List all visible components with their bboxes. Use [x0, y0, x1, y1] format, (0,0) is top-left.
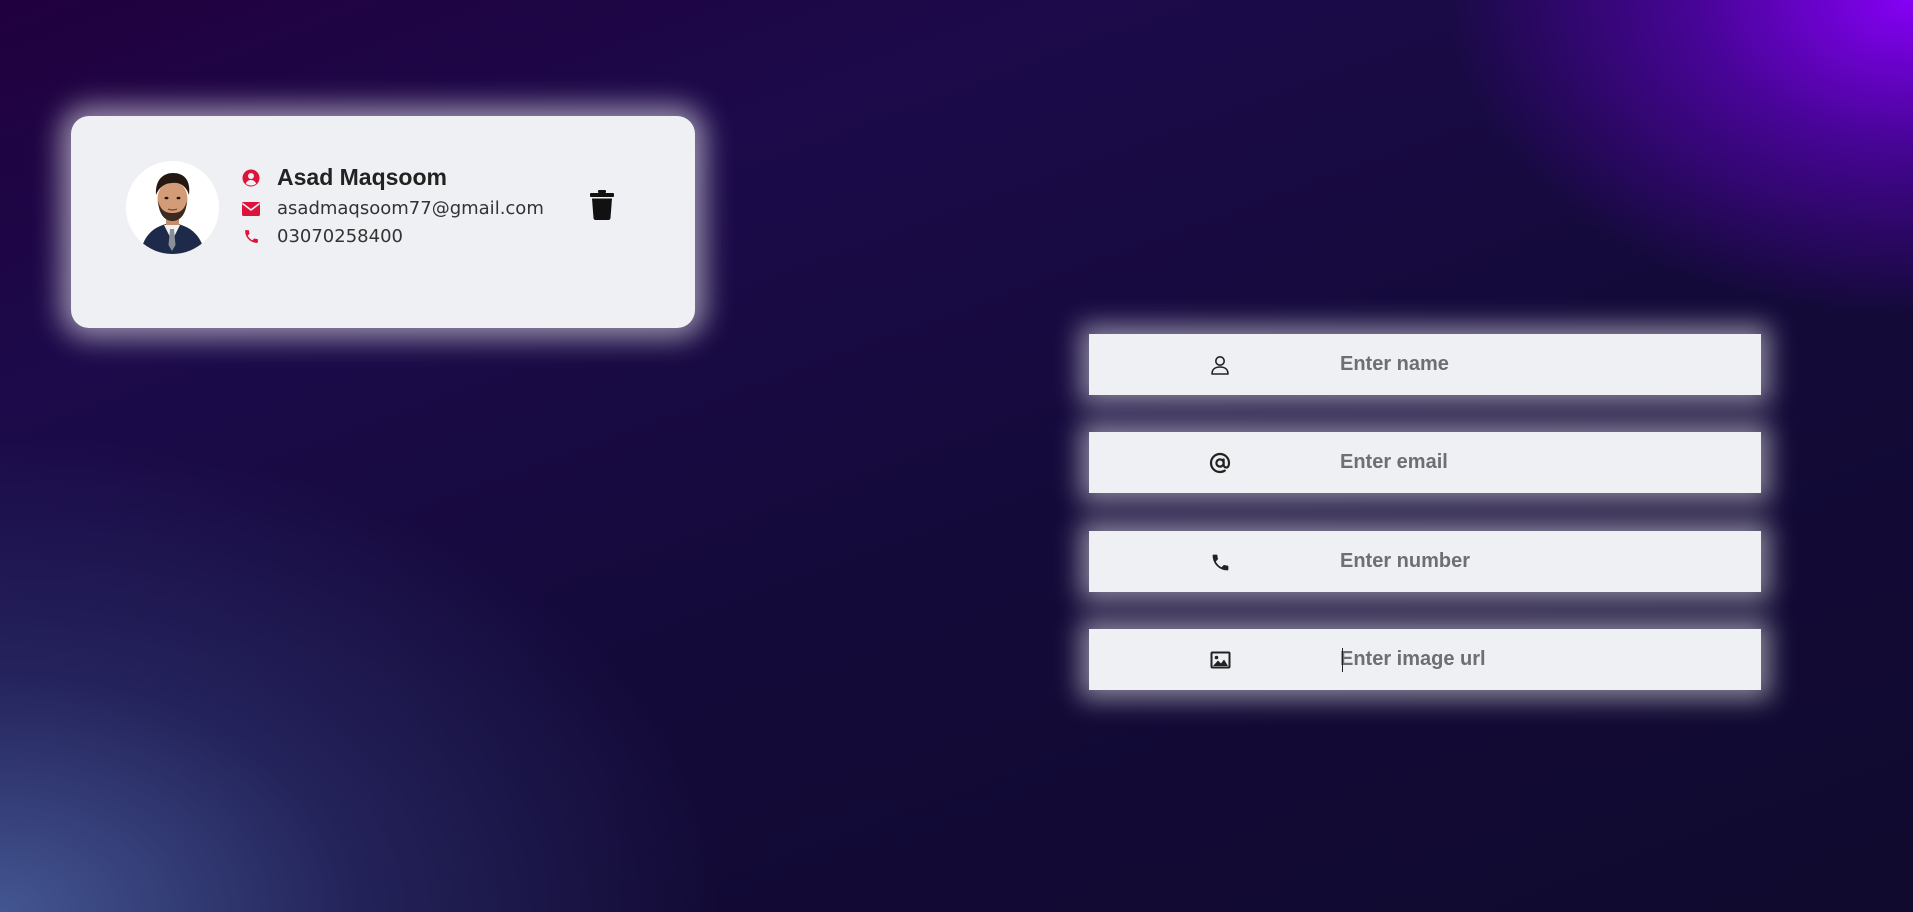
image-url-field	[1089, 629, 1761, 690]
contact-email-row: asadmaqsoom77@gmail.com	[241, 198, 544, 219]
user-circle-icon	[241, 168, 261, 188]
trash-icon	[590, 190, 614, 220]
at-sign-icon	[1208, 451, 1232, 475]
name-field	[1089, 334, 1761, 395]
contact-name: Asad Maqsoom	[277, 164, 447, 190]
contact-phone-row: 03070258400	[241, 226, 403, 247]
contact-email: asadmaqsoom77@gmail.com	[277, 198, 544, 219]
contact-name-row: Asad Maqsoom	[241, 164, 447, 191]
contact-avatar	[126, 161, 219, 254]
envelope-icon	[241, 199, 261, 219]
name-input[interactable]	[1340, 334, 1740, 395]
email-field	[1089, 432, 1761, 493]
number-field	[1089, 531, 1761, 592]
phone-icon	[1208, 550, 1232, 574]
contact-phone: 03070258400	[277, 226, 403, 247]
phone-icon	[241, 227, 261, 247]
user-outline-icon	[1208, 353, 1232, 377]
image-icon	[1208, 648, 1232, 672]
contact-card: Asad Maqsoom asadmaqsoom77@gmail.com 030…	[71, 116, 695, 328]
email-input[interactable]	[1340, 432, 1740, 493]
text-cursor	[1342, 648, 1343, 672]
image-url-input[interactable]	[1340, 629, 1740, 690]
profile-photo-icon	[126, 161, 219, 254]
delete-contact-button[interactable]	[587, 188, 617, 222]
number-input[interactable]	[1340, 531, 1740, 592]
